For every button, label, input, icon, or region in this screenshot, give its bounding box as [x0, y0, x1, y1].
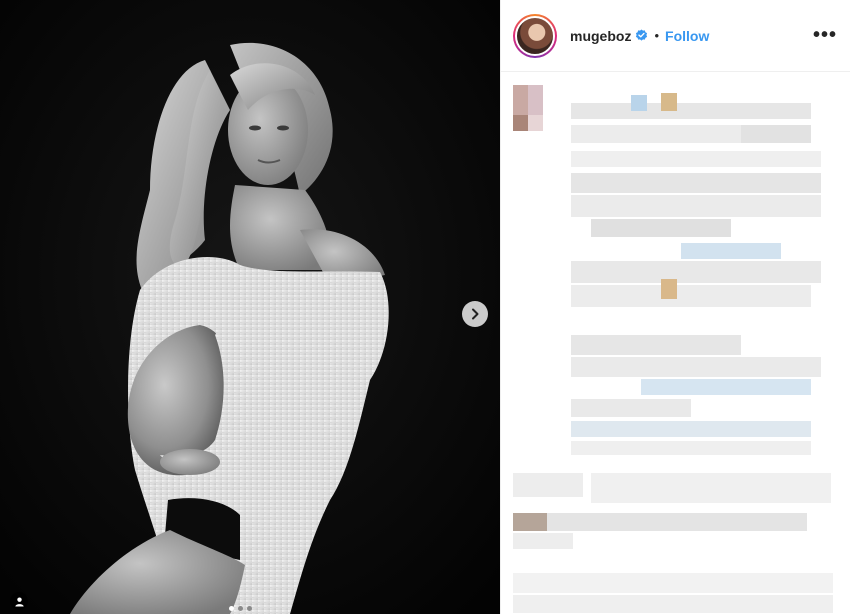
carousel-dot [229, 606, 234, 611]
post-side-panel: mugeboz • Follow ••• [500, 0, 850, 614]
chevron-right-icon [472, 308, 479, 320]
comments-area [501, 73, 850, 614]
user-tag-button[interactable] [10, 592, 28, 610]
post-photo [0, 0, 500, 614]
username-link[interactable]: mugeboz [570, 28, 631, 44]
user-tag-icon [14, 596, 24, 607]
header-separator: • [654, 28, 660, 43]
blurred-comment [571, 173, 821, 193]
blurred-avatar [513, 85, 543, 115]
more-options-icon[interactable]: ••• [813, 24, 837, 47]
blurred-comment [513, 473, 583, 497]
blurred-comment [571, 103, 811, 119]
next-slide-button[interactable] [462, 301, 488, 327]
post-media[interactable] [0, 0, 500, 614]
blurred-comment [513, 573, 833, 593]
verified-badge-icon [636, 29, 648, 41]
carousel-dot [247, 606, 252, 611]
avatar[interactable] [513, 13, 557, 58]
blurred-comment [571, 335, 741, 355]
follow-button[interactable]: Follow [665, 28, 709, 44]
carousel-indicator [229, 606, 252, 611]
post-header: mugeboz • Follow ••• [501, 0, 850, 72]
carousel-dot [238, 606, 243, 611]
